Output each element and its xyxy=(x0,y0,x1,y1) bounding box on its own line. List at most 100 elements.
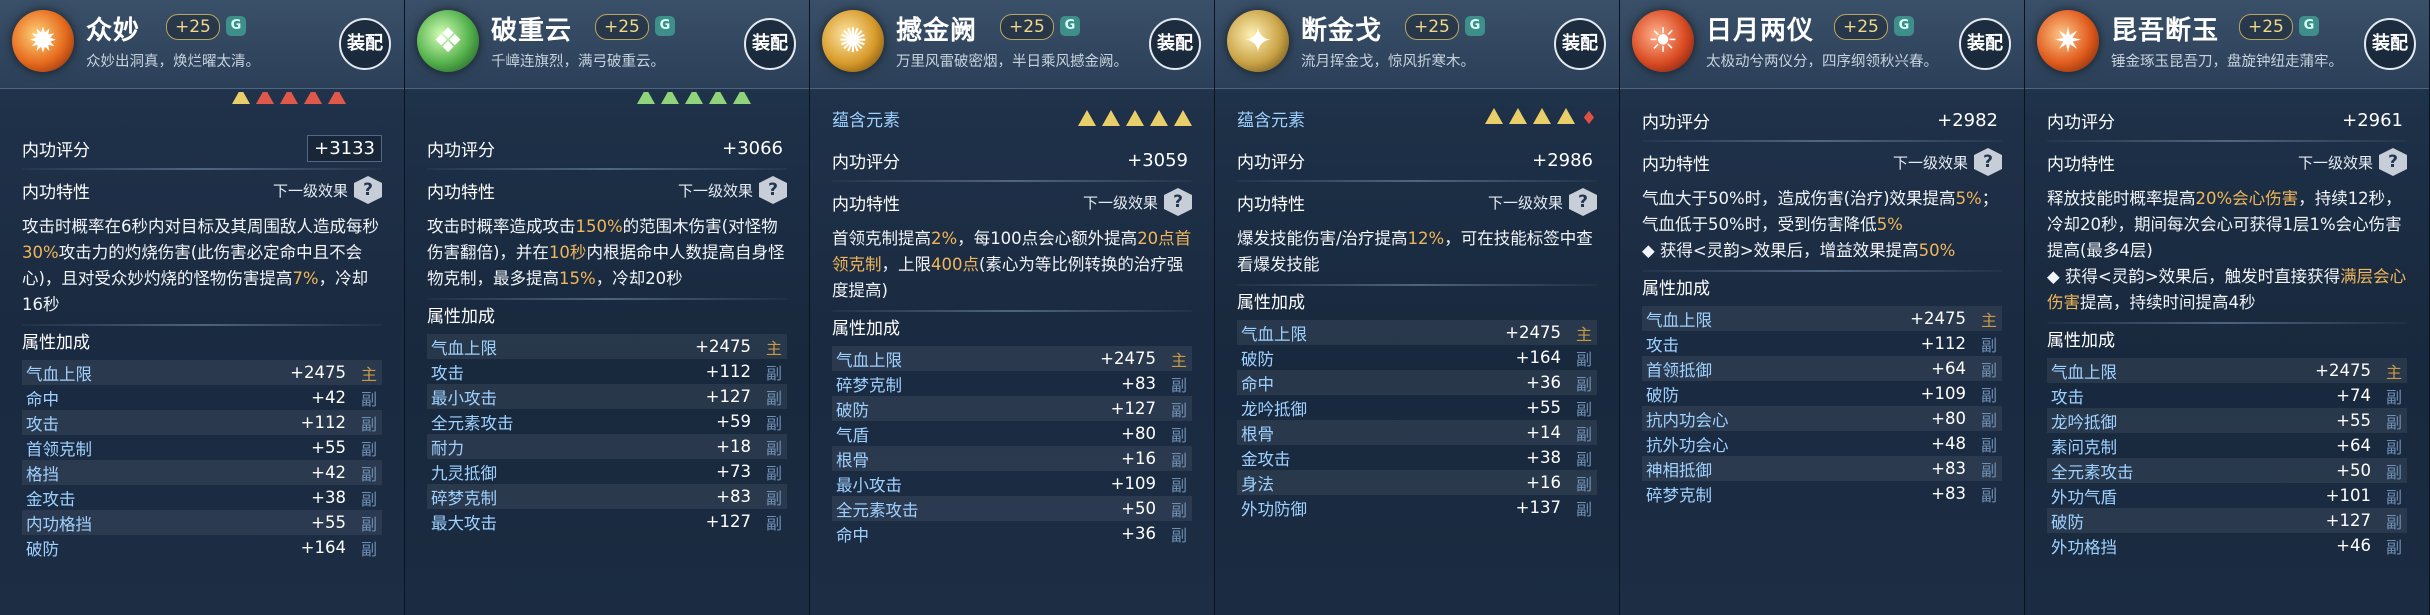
attr-row: 全元素攻击 +50 副 xyxy=(832,496,1192,521)
next-level-button[interactable]: 下一级效果? xyxy=(273,176,382,204)
attr-name: 气盾 xyxy=(836,425,869,445)
attr-row: 最小攻击 +109 副 xyxy=(832,471,1192,496)
secondary-attr-tag: 副 xyxy=(1980,460,1997,480)
attr-value: +16 xyxy=(1121,449,1156,468)
primary-attr-tag: 主 xyxy=(1170,350,1187,370)
attr-value: +127 xyxy=(705,387,751,406)
attr-value: +2475 xyxy=(2315,361,2371,380)
attr-list: 气血上限 +2475 主攻击 +74 副龙吟抵御 +55 副素问克制 +64 副全元素攻击 +50… xyxy=(2047,358,2407,558)
attr-row: 身法 +16 副 xyxy=(1237,470,1597,495)
score-row: 内功评分 +3066 xyxy=(427,128,787,168)
card-header: ✺ 撼金阙 +25 G 万里风雷破密烟，半日乘风撼金阙。 装配 xyxy=(810,0,1214,89)
metal-element-icon xyxy=(1484,107,1503,124)
attr-row: 格挡 +42 副 xyxy=(22,460,382,485)
score-value: +3133 xyxy=(307,134,382,162)
secondary-attr-tag: 副 xyxy=(1980,485,1997,505)
attr-name: 全元素攻击 xyxy=(836,500,919,520)
help-icon[interactable]: ? xyxy=(354,176,382,204)
next-level-button[interactable]: 下一级效果? xyxy=(2298,148,2407,176)
attr-row: 攻击 +112 副 xyxy=(427,359,787,384)
help-icon[interactable]: ? xyxy=(1569,188,1597,216)
attr-row: 碎梦克制 +83 副 xyxy=(832,371,1192,396)
trait-label: 内功特性 xyxy=(1237,194,1305,215)
attr-name: 抗内功会心 xyxy=(1646,410,1729,430)
next-level-button[interactable]: 下一级效果? xyxy=(1893,148,2002,176)
equip-button[interactable]: 装配 xyxy=(1959,18,2011,70)
attr-row: 金攻击 +38 副 xyxy=(22,485,382,510)
sun-moon-icon: ☀ xyxy=(1632,10,1694,72)
secondary-attr-tag: 副 xyxy=(1575,374,1592,394)
fire-orb-icon: ✹ xyxy=(12,10,74,72)
attr-value: +48 xyxy=(1931,434,1966,453)
description-text: 攻击时概率造成攻击 xyxy=(427,217,576,236)
score-value: +3066 xyxy=(722,137,783,159)
help-icon[interactable]: ? xyxy=(1164,188,1192,216)
description-text: ，每100点会心额外提高 xyxy=(957,229,1138,248)
secondary-attr-tag: 副 xyxy=(1170,525,1187,545)
equip-button[interactable]: 装配 xyxy=(2364,18,2416,70)
element-row: 蕴含元素 xyxy=(832,98,1192,138)
level-badge: +25 xyxy=(166,14,220,40)
help-icon[interactable]: ? xyxy=(2379,148,2407,176)
attr-row: 命中 +36 副 xyxy=(832,521,1192,546)
highlight-text: 12% xyxy=(1407,229,1445,248)
grade-badge: G xyxy=(226,16,246,36)
attr-value: +127 xyxy=(1110,399,1156,418)
secondary-attr-tag: 副 xyxy=(765,413,782,433)
equip-button[interactable]: 装配 xyxy=(1554,18,1606,70)
equip-button[interactable]: 装配 xyxy=(1149,18,1201,70)
equip-button[interactable]: 装配 xyxy=(744,18,796,70)
attr-bonus-title: 属性加成 xyxy=(2047,331,2115,351)
attr-row: 抗内功会心 +80 副 xyxy=(1642,406,2002,431)
attr-value: +16 xyxy=(1526,473,1561,492)
secondary-attr-tag: 副 xyxy=(1170,375,1187,395)
attr-row: 全元素攻击 +59 副 xyxy=(427,409,787,434)
attr-name: 最大攻击 xyxy=(431,513,497,533)
trait-row: 内功特性 下一级效果? xyxy=(1237,182,1597,222)
equip-button[interactable]: 装配 xyxy=(339,18,391,70)
attr-row: 气血上限 +2475 主 xyxy=(1237,320,1597,345)
next-level-button[interactable]: 下一级效果? xyxy=(1083,188,1192,216)
element-icons xyxy=(1078,110,1192,126)
primary-attr-tag: 主 xyxy=(360,364,377,384)
attr-name: 外功气盾 xyxy=(2051,487,2117,507)
next-level-button[interactable]: 下一级效果? xyxy=(1488,188,1597,216)
attr-value: +2475 xyxy=(1910,309,1966,328)
attr-name: 破防 xyxy=(2051,512,2084,532)
attr-value: +74 xyxy=(2336,386,2371,405)
secondary-attr-tag: 副 xyxy=(1575,349,1592,369)
attr-name: 抗外功会心 xyxy=(1646,435,1729,455)
element-label: 蕴含元素 xyxy=(832,110,900,131)
highlight-text: 7% xyxy=(292,269,319,288)
attr-value: +83 xyxy=(716,487,751,506)
item-subtitle: 流月挥金戈，惊风折寒木。 xyxy=(1301,54,1475,70)
equipment-card: ✦ 断金戈 +25 G 流月挥金戈，惊风折寒木。 装配 蕴含元素 ♦ 内功评分 +2986 内功特性… xyxy=(1215,0,1620,615)
highlight-text: 150% xyxy=(575,217,623,236)
item-name: 昆吾断玉 xyxy=(2111,16,2220,46)
attr-value: +38 xyxy=(311,488,346,507)
help-icon[interactable]: ? xyxy=(1974,148,2002,176)
metal-element-icon xyxy=(1174,110,1192,126)
next-level-button[interactable]: 下一级效果? xyxy=(678,176,787,204)
next-level-label: 下一级效果 xyxy=(2297,153,2373,172)
score-label: 内功评分 xyxy=(832,152,900,173)
level-badge: +25 xyxy=(1000,14,1054,40)
score-label: 内功评分 xyxy=(2047,112,2115,133)
score-value: +2982 xyxy=(1937,109,1998,131)
secondary-attr-tag: 副 xyxy=(2385,462,2402,482)
description-text: ，上限 xyxy=(881,255,932,274)
attr-row: 内功格挡 +55 副 xyxy=(22,510,382,535)
attr-list: 气血上限 +2475 主攻击 +112 副首领抵御 +64 副破防 +109 副抗内功会心 +80… xyxy=(1642,306,2002,506)
secondary-attr-tag: 副 xyxy=(360,539,377,559)
attr-row: 碎梦克制 +83 副 xyxy=(1642,481,2002,506)
element-row-partial xyxy=(22,92,382,106)
attr-list: 气血上限 +2475 主碎梦克制 +83 副破防 +127 副气盾 +80 副根骨 +16 副最小攻… xyxy=(832,346,1192,546)
attr-value: +64 xyxy=(2336,436,2371,455)
attr-name: 根骨 xyxy=(836,450,869,470)
attr-value: +80 xyxy=(1121,424,1156,443)
equipment-card: ✺ 撼金阙 +25 G 万里风雷破密烟，半日乘风撼金阙。 装配 蕴含元素 内功评分 +3059 内… xyxy=(810,0,1215,615)
secondary-attr-tag: 副 xyxy=(360,439,377,459)
attr-row: 命中 +36 副 xyxy=(1237,370,1597,395)
help-icon[interactable]: ? xyxy=(759,176,787,204)
attr-value: +83 xyxy=(1931,484,1966,503)
